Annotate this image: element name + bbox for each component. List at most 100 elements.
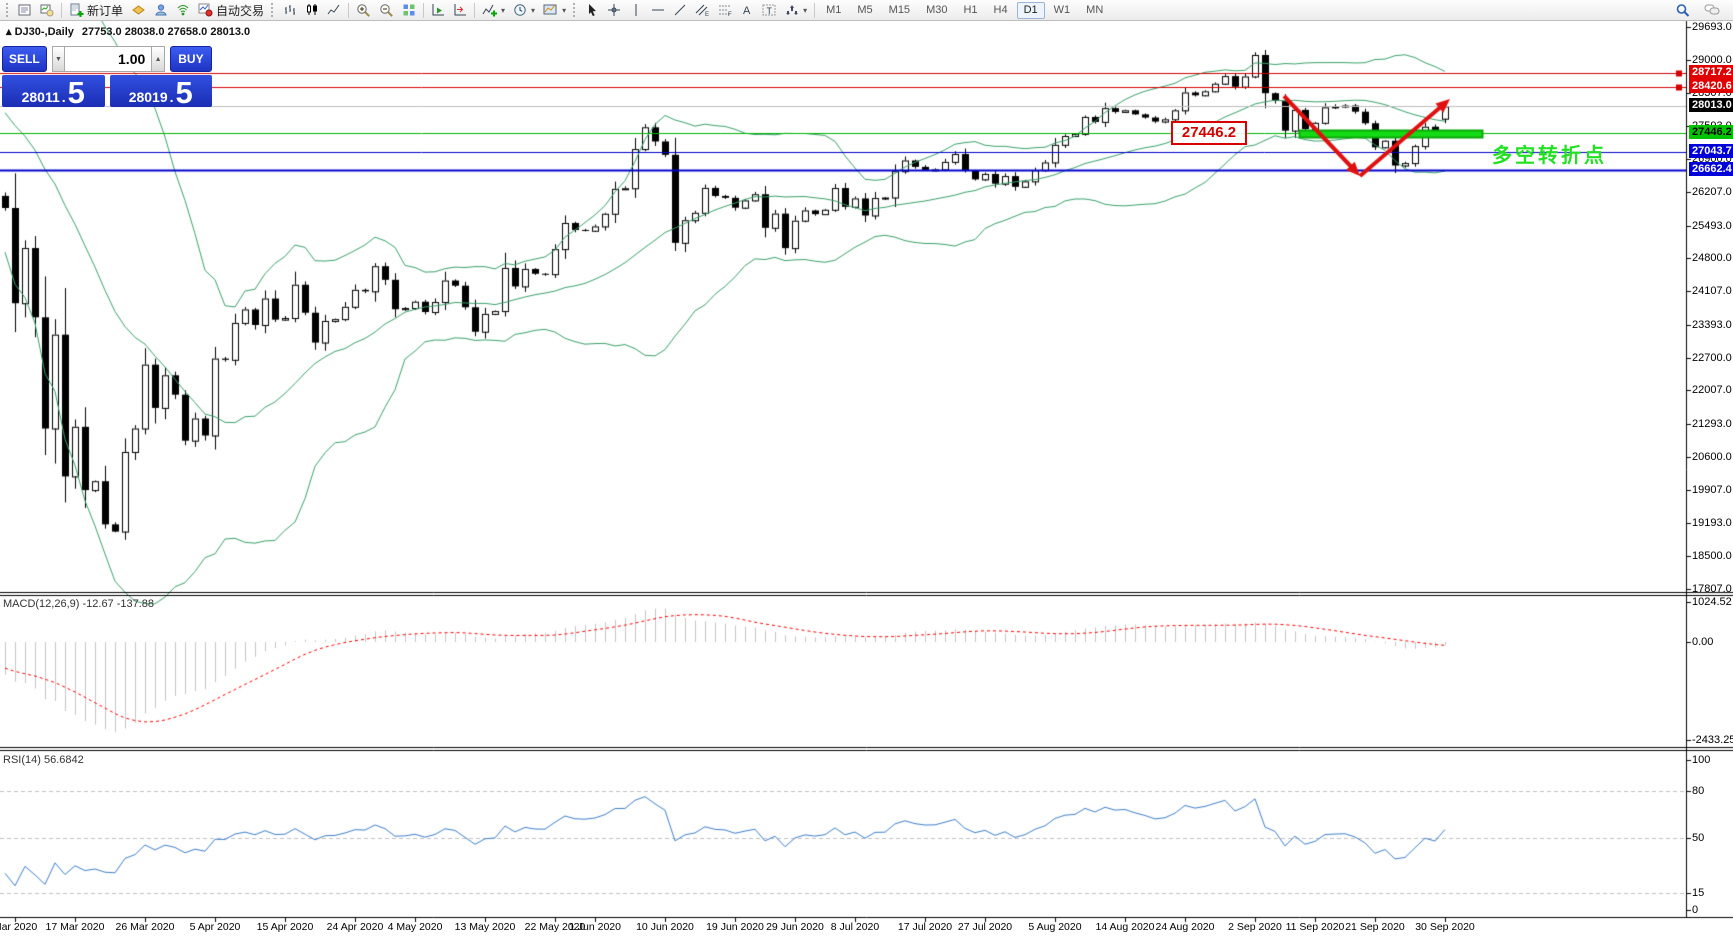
timeframe-w1[interactable]: W1 (1047, 2, 1078, 19)
date-axis-tick: 27 Jul 2020 (957, 921, 1013, 933)
date-axis-tick: 24 Apr 2020 (326, 921, 384, 933)
rsi-indicator-label: RSI(14) 56.6842 (3, 754, 84, 766)
date-axis-tick: 10 Jun 2020 (636, 921, 694, 933)
svg-text:F: F (728, 12, 732, 17)
macd-axis-tick: 1024.52 (1692, 596, 1732, 608)
candlestick-mode-button[interactable] (301, 1, 323, 20)
sell-price-display[interactable]: 28011. 5 (2, 75, 105, 108)
toolbar-separator (61, 2, 62, 18)
price-line-tag: 26662.4 (1689, 162, 1733, 176)
rsi-axis-tick: 50 (1692, 832, 1705, 844)
chart-shift-button[interactable] (449, 1, 471, 20)
dropdown-caret: ▾ (531, 5, 536, 15)
macd-axis-tick: 0.00 (1692, 636, 1714, 648)
trendline-button[interactable] (669, 1, 691, 20)
templates-button[interactable]: ▾ (539, 1, 570, 20)
rsi-axis-tick: 15 (1692, 887, 1705, 899)
vertical-line-button[interactable] (625, 1, 647, 20)
price-axis-tick: 21293.0 (1692, 418, 1732, 430)
market-watch-button[interactable] (14, 1, 36, 20)
indicators-button[interactable]: ▾ (478, 1, 509, 20)
timeframe-mn[interactable]: MN (1079, 2, 1110, 19)
zoom-in-button[interactable] (352, 1, 375, 20)
metaeditor-button[interactable] (127, 1, 150, 20)
text-button[interactable]: A (737, 1, 758, 20)
buy-price-display[interactable]: 28019. 5 (109, 75, 212, 108)
volume-increase-button[interactable]: ▲ (151, 46, 165, 72)
timeframe-h4[interactable]: H4 (987, 2, 1015, 19)
date-axis-tick: 21 Sep 2020 (1345, 921, 1405, 933)
rsi-axis-tick: 0 (1692, 904, 1699, 916)
toolbar-grip[interactable] (271, 3, 276, 17)
timeframe-h1[interactable]: H1 (956, 2, 984, 19)
date-axis-tick: 8 Jul 2020 (830, 921, 880, 933)
svg-text:A: A (743, 5, 751, 17)
chart-symbol-period: ▴ DJ30-,Daily (6, 26, 74, 38)
timeframe-m5[interactable]: M5 (850, 2, 879, 19)
date-axis-tick: 4 May 2020 (387, 921, 443, 933)
date-axis-tick: 19 Jun 2020 (706, 921, 764, 933)
date-axis-tick: 5 Apr 2020 (189, 921, 241, 933)
tile-windows-button[interactable] (398, 1, 420, 20)
new-order-label: 新订单 (87, 3, 124, 18)
line-chart-mode-button[interactable] (323, 1, 345, 20)
volume-input[interactable] (65, 46, 152, 72)
auto-scroll-button[interactable] (427, 1, 449, 20)
equidistant-channel-button[interactable]: E (691, 1, 714, 20)
autotrading-label: 自动交易 (216, 3, 265, 18)
timeframe-m15[interactable]: M15 (882, 2, 917, 19)
date-axis-tick: 1 Jun 2020 (569, 921, 621, 933)
crosshair-button[interactable] (603, 1, 625, 20)
fibonacci-button[interactable]: F (714, 1, 737, 20)
price-axis-tick: 29693.0 (1692, 21, 1732, 33)
zoom-out-button[interactable] (375, 1, 398, 20)
community-button[interactable] (150, 1, 172, 20)
autotrading-button[interactable]: 自动交易 (194, 1, 268, 20)
price-axis-tick: 19907.0 (1692, 484, 1732, 496)
volume-decrease-button[interactable]: ▼ (51, 46, 66, 72)
dropdown-caret: ▾ (803, 5, 808, 15)
new-order-button[interactable]: 新订单 (65, 1, 127, 20)
trading-terminal-window: 新订单 自动交易 ▾ ▾ ▾ E F A T ▾ M1 M5 M15 M30 H… (0, 0, 1733, 942)
toolbar: 新订单 自动交易 ▾ ▾ ▾ E F A T ▾ M1 M5 M15 M30 H… (0, 0, 1733, 21)
price-axis-tick: 17807.0 (1692, 583, 1732, 595)
timeframe-m30[interactable]: M30 (919, 2, 954, 19)
toolbar-separator (814, 2, 816, 18)
price-annotation-box[interactable]: 27446.2 (1171, 121, 1247, 145)
price-axis-tick: 25493.0 (1692, 220, 1732, 232)
date-axis-tick: 17 Mar 2020 (45, 921, 105, 933)
tester-button[interactable] (36, 1, 58, 20)
price-line-tag: 27043.7 (1689, 144, 1733, 158)
periods-button[interactable]: ▾ (509, 1, 539, 20)
horizontal-line-button[interactable] (647, 1, 669, 20)
price-axis-tick: 18500.0 (1692, 550, 1732, 562)
cursor-button[interactable] (581, 1, 603, 20)
timeframe-d1[interactable]: D1 (1016, 1, 1045, 19)
toolbar-grip[interactable] (573, 3, 578, 17)
one-click-trading-panel: SELL ▼ ▲ BUY 28011.5 28019.5 (2, 46, 212, 108)
bar-chart-mode-button[interactable] (279, 1, 301, 20)
price-line-tag: 28420.6 (1689, 79, 1733, 93)
price-line-tag: 28013.0 (1689, 98, 1733, 112)
date-axis-tick: 5 Aug 2020 (1028, 921, 1082, 933)
svg-text:T: T (767, 6, 773, 16)
date-axis-tick: 29 Jun 2020 (766, 921, 824, 933)
sell-button[interactable]: SELL (2, 46, 47, 72)
text-label-button[interactable]: T (758, 1, 781, 20)
date-axis-tick: 11 Sep 2020 (1285, 921, 1345, 933)
toolbar-separator (348, 2, 350, 18)
price-line-tag: 27446.2 (1689, 125, 1733, 139)
toolbar-grip[interactable] (6, 3, 11, 17)
search-button[interactable] (1671, 1, 1694, 20)
buy-button[interactable]: BUY (169, 46, 212, 72)
signals-button[interactable] (172, 1, 194, 20)
timeframe-m1[interactable]: M1 (819, 2, 848, 19)
price-axis-tick: 24107.0 (1692, 285, 1732, 297)
chat-button[interactable] (1700, 1, 1724, 20)
arrows-button[interactable]: ▾ (781, 1, 811, 20)
chart-ohlc-values: 27753.0 28038.0 27658.0 28013.0 (81, 26, 251, 38)
pivot-point-annotation[interactable]: 多空转折点 (1492, 139, 1607, 168)
dropdown-caret: ▾ (562, 5, 567, 15)
chart-canvas[interactable] (0, 0, 1733, 942)
date-axis-tick: 17 Jul 2020 (897, 921, 953, 933)
